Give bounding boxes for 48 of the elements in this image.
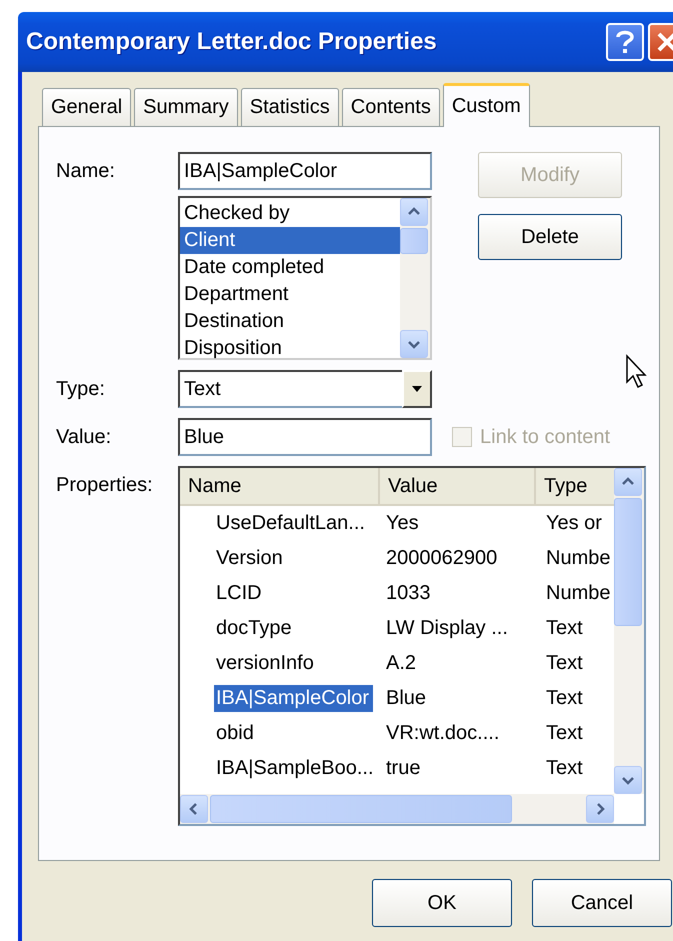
tab[interactable]: Statistics — [240, 88, 339, 126]
column-header[interactable]: Value — [380, 468, 536, 504]
table-cell-text: A.2 — [385, 652, 418, 675]
list-item[interactable]: Checked by — [180, 200, 400, 227]
table-cell-text: Yes — [385, 512, 420, 535]
table-cell-text: Numbe — [545, 547, 612, 570]
field-label: Type: — [56, 377, 106, 402]
table-cell[interactable]: IBA|SampleColor — [214, 685, 374, 712]
table-cell-text: 2000062900 — [385, 547, 498, 570]
list-item[interactable]: Disposition — [180, 335, 400, 362]
table-cell[interactable]: IBA|SampleBoo... — [214, 755, 378, 782]
table-cell-text: VR:wt.doc.... — [385, 722, 500, 745]
table-cell[interactable]: versionInfo — [214, 650, 318, 677]
table-cell[interactable]: LCID — [214, 580, 266, 607]
checkbox-label: Link to content — [480, 426, 610, 448]
table-cell[interactable]: docType — [214, 615, 296, 642]
field-label: Properties: — [56, 473, 154, 498]
table-cell-text: true — [385, 757, 422, 780]
table-cell-text: 1033 — [385, 582, 432, 605]
table-cell[interactable]: Version — [214, 545, 287, 572]
list-item[interactable]: Destination — [180, 308, 400, 335]
table-cell-text: Blue — [385, 687, 428, 710]
table-cell-text: Yes or — [545, 512, 603, 535]
column-header[interactable]: Name — [180, 468, 380, 504]
table-cell[interactable]: UseDefaultLan... — [214, 510, 369, 537]
window-title: Contemporary Letter.doc Properties — [26, 28, 438, 56]
table-cell[interactable]: obid — [214, 720, 258, 747]
name-field[interactable]: IBA|SampleColor — [178, 152, 432, 190]
action-button[interactable]: Delete — [478, 214, 622, 260]
tab[interactable]: General — [42, 88, 132, 126]
tab[interactable]: Contents — [342, 88, 440, 126]
dialog-button[interactable]: Cancel — [532, 879, 672, 927]
table-cell-text: Text — [545, 722, 584, 745]
value-field[interactable]: Blue — [178, 418, 432, 456]
field-label: Name: — [56, 159, 116, 184]
tab[interactable]: Summary — [134, 88, 238, 126]
table-cell-text: Text — [545, 617, 584, 640]
list-item[interactable]: Date completed — [180, 254, 400, 281]
table-cell-text: Numbe — [545, 582, 612, 605]
table-cell-text: LW Display ... — [385, 617, 509, 640]
list-item[interactable]: Client — [180, 227, 400, 254]
table-cell-text: Text — [545, 652, 584, 675]
field-label: Value: — [56, 425, 112, 450]
table-cell-text: Text — [545, 757, 584, 780]
dialog-button[interactable]: OK — [372, 879, 512, 927]
tab[interactable]: Custom — [442, 83, 530, 127]
list-item[interactable]: Department — [180, 281, 400, 308]
table-cell-text: Text — [545, 687, 584, 710]
